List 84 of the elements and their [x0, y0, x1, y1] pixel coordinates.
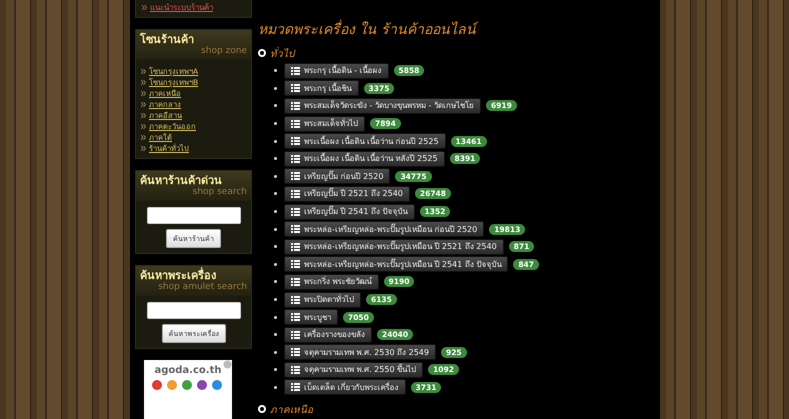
panel-title: ค้นหาร้านค้าด่วน: [140, 174, 223, 187]
info-icon[interactable]: [223, 360, 232, 369]
list-icon: [291, 330, 300, 339]
category-button[interactable]: พระหล่อ-เหรียญหล่อ-พระปั๊มรูปเหมือน ก่อนปี 2520: [284, 221, 484, 238]
category-button[interactable]: จตุคามรามเทพ พ.ศ. 2550 ขึ้นไป: [284, 362, 424, 378]
ad-text: agoda.co.th: [154, 365, 222, 376]
list-icon: [291, 190, 300, 198]
list-icon: [291, 313, 300, 322]
category-button[interactable]: พระสมเด็จทั่วไป: [284, 116, 365, 132]
section-title: ทั่วไป: [270, 46, 294, 60]
bullet-icon: [274, 333, 277, 336]
category-button[interactable]: พระกริ่ง พระชัยวัฒน์: [284, 274, 379, 290]
category-button[interactable]: พระปิดตาทั่วไป: [284, 292, 361, 308]
category-button[interactable]: พระสมเด็จวัดระฆัง - วัดบางขุนพรหม - วัดเกษไชโย: [284, 98, 481, 114]
bullet-icon: [274, 210, 277, 214]
bullet-icon: [274, 262, 277, 266]
bullet-icon: [274, 386, 277, 389]
bullet-icon: [274, 280, 277, 284]
category-button[interactable]: เครื่องรางของขลัง: [284, 326, 372, 343]
list-icon: [291, 225, 300, 234]
bullet-icon: [274, 140, 277, 143]
category-button[interactable]: จตุคามรามเทพ พ.ศ. 2530 ถึง 2549: [284, 344, 436, 360]
double-chevron-icon: [141, 80, 146, 85]
category-button[interactable]: พระเนื้อผง เนื้อดิน เนื้อว่าน หลังปี 2525: [284, 150, 445, 167]
double-chevron-icon: [141, 102, 146, 107]
search-field[interactable]: [146, 207, 240, 224]
category-button[interactable]: พระหล่อ-เหรียญหล่อ-พระปั๊มรูปเหมือน ปี 2541 ถึง ปัจจุบัน: [284, 256, 508, 272]
category-button[interactable]: เหรียญปั๊ม ปี 2521 ถึง 2540: [284, 186, 410, 202]
list-icon: [291, 154, 300, 163]
bullet-icon: [274, 69, 277, 72]
double-chevron-icon: [141, 135, 146, 140]
bullet-icon: [274, 174, 277, 178]
double-chevron-icon: [141, 69, 146, 74]
bullet-icon: [274, 86, 277, 90]
category-button[interactable]: เหรียญปั๊ม ก่อนปี 2520: [284, 168, 390, 184]
category-button[interactable]: เบ็ดเตล็ด เกี่ยวกับพระเครื่อง: [284, 379, 406, 396]
category-button[interactable]: พระเนื้อผง เนื้อดิน เนื้อว่าน ก่อนปี 2525: [284, 133, 446, 150]
bullet-icon: [274, 316, 277, 319]
list-icon: [291, 296, 300, 304]
panel-subtitle: shop search: [192, 187, 247, 197]
list-icon: [291, 137, 300, 146]
bullet-icon: [274, 104, 277, 108]
bullet-icon: [274, 192, 277, 196]
panel-subtitle: shop amulet search: [158, 282, 247, 292]
list-icon: [291, 383, 300, 392]
list-icon: [291, 278, 300, 286]
bullet-icon: [274, 368, 277, 372]
list-icon: [291, 348, 300, 356]
list-icon: [291, 102, 300, 110]
bullet-icon: [274, 228, 277, 231]
panel-title: โซนร้านค้า: [140, 33, 195, 46]
double-chevron-icon: [141, 124, 146, 129]
panel-title: ค้นหาพระเครื่อง: [140, 269, 217, 282]
ad-banner[interactable]: agoda.co.th: [144, 360, 232, 419]
list-icon: [291, 120, 300, 128]
list-icon: [291, 66, 300, 75]
list-icon: [291, 260, 300, 268]
category-button[interactable]: พระหล่อ-เหรียญหล่อ-พระปั๊มรูปเหมือน ปี 2521 ถึง 2540: [284, 238, 504, 255]
list-icon: [291, 172, 300, 180]
list-icon: [291, 366, 300, 374]
category-button[interactable]: พระกรุ เนื้อดิน - เนื้อผง: [284, 62, 389, 79]
search-field[interactable]: [146, 302, 240, 319]
double-chevron-icon: [141, 91, 146, 96]
panel-subtitle: shop zone: [201, 46, 247, 56]
list-icon: [291, 208, 300, 216]
double-chevron-icon: [142, 5, 147, 10]
page-title: หมวดพระเครื่อง ใน ร้านค้าออนไลน์: [258, 18, 655, 40]
double-chevron-icon: [141, 113, 146, 118]
bullet-icon: [274, 157, 277, 160]
bullet-icon: [274, 350, 277, 354]
bullet-icon: [274, 122, 277, 126]
circle-bullet-icon: [258, 49, 266, 57]
category-button[interactable]: พระกรุ เนื้อชิน: [284, 80, 359, 96]
dots-icon: [152, 380, 224, 390]
list-icon: [291, 84, 300, 92]
category-button[interactable]: พระบูชา: [284, 309, 338, 326]
bullet-icon: [274, 298, 277, 302]
circle-bullet-icon: [258, 405, 266, 414]
sidebar-link[interactable]: แนะนำระบบร้านค้า: [150, 1, 213, 14]
bullet-icon: [274, 245, 277, 248]
section-title: ภาคเหนือ: [270, 404, 313, 417]
category-button[interactable]: เหรียญปั๊ม ปี 2541 ถึง ปัจจุบัน: [284, 204, 415, 220]
list-icon: [291, 242, 300, 251]
double-chevron-icon: [141, 146, 146, 151]
